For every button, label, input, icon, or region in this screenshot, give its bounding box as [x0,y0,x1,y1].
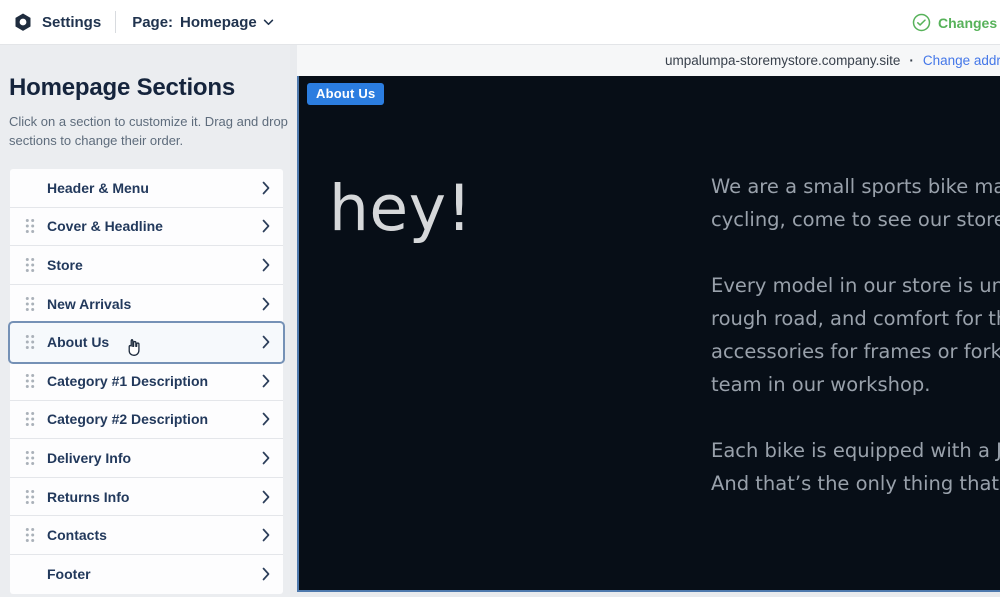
section-row-label: Delivery Info [47,449,132,466]
section-row[interactable]: Returns Info [10,477,283,517]
drag-handle-icon[interactable] [25,296,35,312]
site-preview: umpalumpa-storemystore.company.site · Ch… [297,45,1000,597]
section-row[interactable]: Footer [10,554,283,594]
drag-handle-icon[interactable] [25,489,35,505]
chevron-right-icon [262,219,270,233]
section-row-label: About Us [47,334,110,351]
section-badge[interactable]: About Us [307,83,385,105]
homepage-sections-panel: Homepage Sections Click on a section to … [0,45,290,597]
section-row-label: Store [47,256,83,273]
site-url: umpalumpa-storemystore.company.site [665,53,901,68]
topbar: Settings Page: Homepage Changes saved [0,0,1000,45]
drag-handle-icon[interactable] [25,450,35,466]
chevron-right-icon [262,567,270,581]
settings-title[interactable]: Settings [42,14,101,31]
chevron-right-icon [262,258,270,272]
section-row[interactable]: Delivery Info [10,439,283,478]
chevron-right-icon [262,451,270,465]
section-row[interactable]: Cover & Headline [10,207,283,247]
drag-handle-icon[interactable] [25,411,35,427]
topbar-divider [115,11,117,33]
chevron-right-icon [262,297,270,311]
chevron-right-icon [262,528,270,542]
chevron-right-icon [262,335,270,349]
url-separator-dot: · [909,53,914,68]
about-us-section-preview[interactable]: About Us hey! We are a small sports bike… [297,76,1000,592]
site-address-bar: umpalumpa-storemystore.company.site · Ch… [297,45,1000,76]
section-row-label: Footer [47,566,91,583]
drag-handle-icon[interactable] [25,218,35,234]
about-paragraph: Each bike is equipped with a JimanAnd th… [711,439,1000,495]
check-circle-icon [912,13,931,32]
drag-handle-icon[interactable] [25,373,35,389]
hand-cursor-icon [128,338,140,356]
chevron-down-icon[interactable] [263,19,274,26]
drag-handle-icon[interactable] [25,257,35,273]
page-label: Page: [132,13,174,31]
chevron-right-icon [262,490,270,504]
section-row[interactable]: Contacts [10,516,283,555]
settings-nut-icon [13,12,33,32]
about-headline: hey! [329,172,473,245]
section-row-label: Header & Menu [47,179,149,196]
section-row[interactable]: Category #2 Description [10,400,283,440]
chevron-right-icon [262,412,270,426]
section-row-label: Category #1 Description [47,372,209,389]
section-row-label: Category #2 Description [47,411,209,428]
section-row[interactable]: About Us [10,323,283,362]
chevron-right-icon [262,181,270,195]
panel-title: Homepage Sections [9,74,235,101]
section-row[interactable]: New Arrivals [10,284,283,324]
chevron-right-icon [262,374,270,388]
section-row-label: Cover & Headline [47,218,163,235]
section-list: Header & Menu Cover & Headline Store New… [10,169,283,594]
changes-saved-status: Changes saved [912,0,1000,45]
about-paragraph: We are a small sports bike manufactcycli… [711,175,1000,231]
section-row[interactable]: Store [10,246,283,285]
drag-handle-icon[interactable] [25,334,35,350]
section-row-label: Contacts [47,527,107,544]
about-paragraph: Every model in our store is unique. Orou… [711,274,1000,396]
drag-handle-icon[interactable] [25,527,35,543]
section-row[interactable]: Category #1 Description [10,361,283,401]
section-row-label: Returns Info [47,488,130,505]
changes-saved-text: Changes saved [938,14,1000,31]
change-address-link[interactable]: Change address [923,53,1000,68]
about-text: We are a small sports bike manufactcycli… [711,170,1000,533]
section-row[interactable]: Header & Menu [10,169,283,208]
page-selector[interactable]: Homepage [180,14,257,31]
section-row-label: New Arrivals [47,295,132,312]
panel-description: Click on a section to customize it. Drag… [9,114,288,148]
